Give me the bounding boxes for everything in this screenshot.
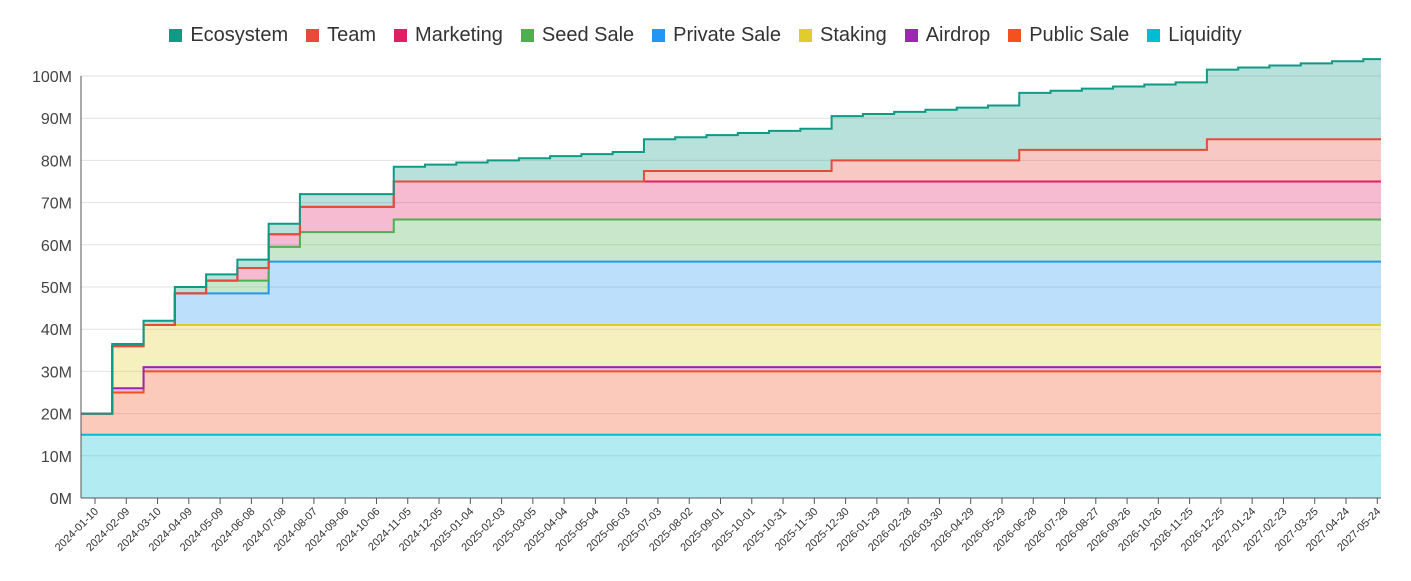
y-tick-label: 30M	[41, 364, 72, 381]
stacked-area-plot: 0M10M20M30M40M50M60M70M80M90M100M2024-01…	[32, 58, 1383, 554]
y-tick-label: 80M	[41, 153, 72, 170]
y-tick-label: 10M	[41, 449, 72, 466]
y-tick-label: 60M	[41, 238, 72, 255]
area-public-sale	[81, 371, 1381, 435]
y-tick-label: 90M	[41, 111, 72, 128]
y-tick-label: 70M	[41, 196, 72, 213]
vesting-chart: Ecosystem Team Marketing Seed Sale Private S…	[0, 0, 1411, 581]
y-tick-label: 20M	[41, 407, 72, 424]
y-tick-label: 100M	[32, 69, 72, 86]
y-tick-label: 50M	[41, 280, 72, 297]
y-tick-label: 40M	[41, 322, 72, 339]
area-liquidity	[81, 434, 1381, 498]
y-tick-label: 0M	[50, 491, 72, 508]
